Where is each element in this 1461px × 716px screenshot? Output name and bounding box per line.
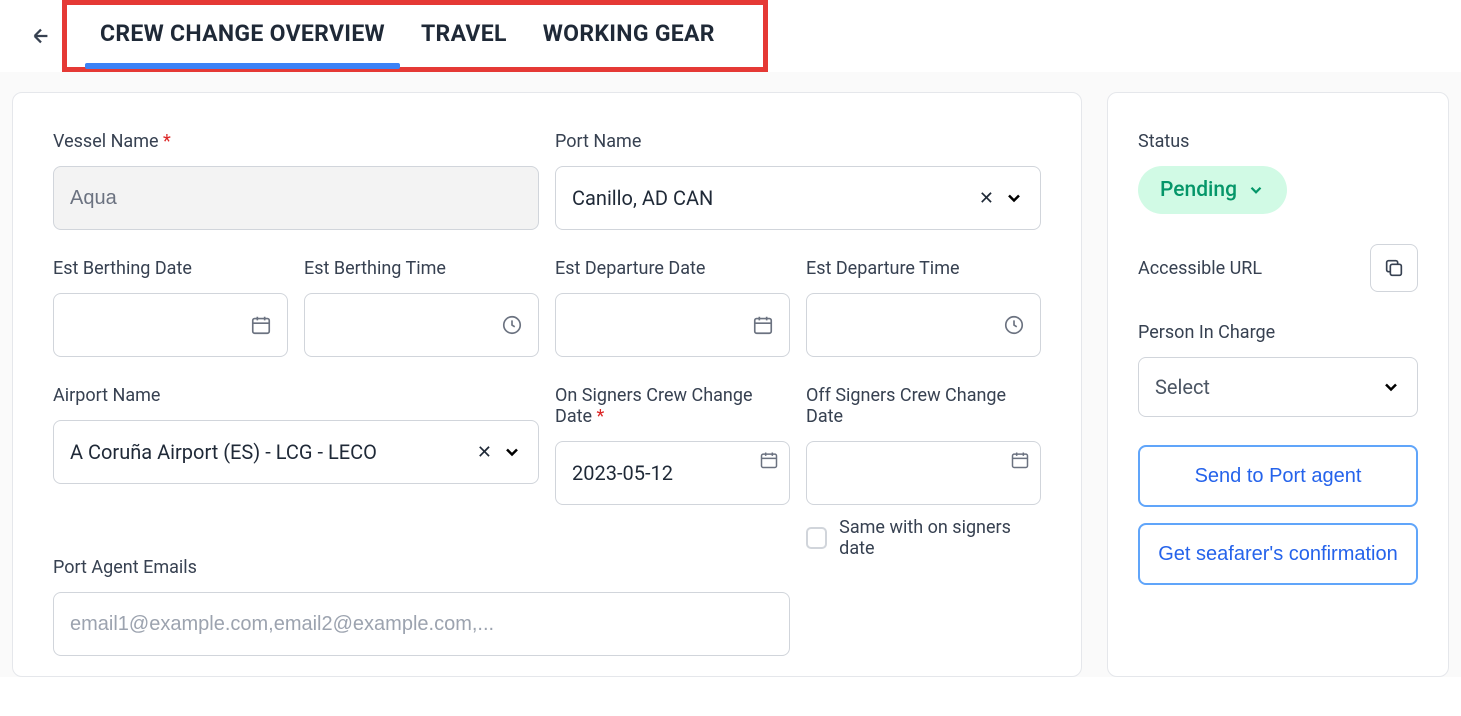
est-departure-date-group: Est Departure Date [555, 258, 790, 357]
status-dropdown[interactable]: Pending [1138, 166, 1287, 214]
est-departure-date-label: Est Departure Date [555, 258, 790, 279]
get-seafarer-confirmation-button[interactable]: Get seafarer's confirmation [1138, 523, 1418, 585]
content-area: Vessel Name Port Name Canillo, AD CAN ✕ … [0, 72, 1461, 677]
status-value: Pending [1160, 178, 1237, 202]
chevron-down-icon [1004, 188, 1024, 208]
calendar-icon [759, 450, 779, 470]
tabs-highlight-box: CREW CHANGE OVERVIEW TRAVEL WORKING GEAR [62, 0, 768, 72]
sidebar-card: Status Pending Accessible URL Person In … [1107, 92, 1449, 677]
send-to-port-agent-button[interactable]: Send to Port agent [1138, 445, 1418, 507]
chevron-down-icon [502, 442, 522, 462]
same-date-checkbox[interactable] [806, 527, 827, 549]
person-in-charge-placeholder: Select [1155, 375, 1381, 399]
on-signers-date-label: On Signers Crew Change Date [555, 385, 790, 427]
airport-name-label: Airport Name [53, 385, 539, 406]
tab-travel[interactable]: TRAVEL [403, 20, 525, 47]
clear-icon[interactable]: ✕ [979, 188, 994, 209]
chevron-down-icon [1247, 181, 1265, 199]
accessible-url-row: Accessible URL [1138, 244, 1418, 292]
est-berthing-time-label: Est Berthing Time [304, 258, 539, 279]
vessel-name-label: Vessel Name [53, 131, 539, 152]
header: CREW CHANGE OVERVIEW TRAVEL WORKING GEAR [0, 0, 1461, 72]
on-signers-date-value: 2023-05-12 [572, 461, 673, 485]
status-label: Status [1138, 131, 1418, 152]
airport-name-group: Airport Name A Coruña Airport (ES) - LCG… [53, 385, 539, 559]
person-in-charge-label: Person In Charge [1138, 322, 1418, 343]
off-signers-date-group: Off Signers Crew Change Date Same with o… [806, 385, 1041, 559]
tab-working-gear[interactable]: WORKING GEAR [525, 20, 733, 47]
est-departure-time-group: Est Departure Time [806, 258, 1041, 357]
tab-crew-change-overview[interactable]: CREW CHANGE OVERVIEW [82, 20, 403, 47]
clear-icon[interactable]: ✕ [477, 442, 492, 463]
copy-icon [1383, 257, 1405, 279]
est-berthing-date-input[interactable] [53, 293, 288, 357]
port-agent-emails-input[interactable] [53, 592, 790, 656]
off-signers-date-input[interactable] [806, 441, 1041, 505]
airport-name-select[interactable]: A Coruña Airport (ES) - LCG - LECO ✕ [53, 420, 539, 484]
est-berthing-date-group: Est Berthing Date [53, 258, 288, 357]
est-departure-date-input[interactable] [555, 293, 790, 357]
est-departure-time-input[interactable] [806, 293, 1041, 357]
same-date-checkbox-row: Same with on signers date [806, 517, 1041, 559]
vessel-name-input [53, 166, 539, 230]
port-agent-emails-label: Port Agent Emails [53, 557, 790, 578]
person-in-charge-section: Person In Charge Select [1138, 322, 1418, 417]
est-berthing-date-label: Est Berthing Date [53, 258, 288, 279]
calendar-icon [1010, 450, 1030, 470]
back-arrow-icon[interactable] [30, 25, 52, 47]
copy-url-button[interactable] [1370, 244, 1418, 292]
port-name-select[interactable]: Canillo, AD CAN ✕ [555, 166, 1041, 230]
port-name-value: Canillo, AD CAN [572, 186, 979, 210]
same-date-label: Same with on signers date [839, 517, 1041, 559]
port-name-label: Port Name [555, 131, 1041, 152]
port-agent-emails-group: Port Agent Emails [53, 557, 790, 656]
airport-name-value: A Coruña Airport (ES) - LCG - LECO [70, 440, 477, 464]
accessible-url-label: Accessible URL [1138, 258, 1262, 279]
est-departure-time-label: Est Departure Time [806, 258, 1041, 279]
off-signers-date-label: Off Signers Crew Change Date [806, 385, 1041, 427]
chevron-down-icon [1381, 377, 1401, 397]
port-name-group: Port Name Canillo, AD CAN ✕ [555, 131, 1041, 230]
main-form-card: Vessel Name Port Name Canillo, AD CAN ✕ … [12, 92, 1082, 677]
on-signers-date-input[interactable]: 2023-05-12 [555, 441, 790, 505]
est-berthing-time-group: Est Berthing Time [304, 258, 539, 357]
on-signers-date-group: On Signers Crew Change Date 2023-05-12 [555, 385, 790, 559]
vessel-name-group: Vessel Name [53, 131, 539, 230]
est-berthing-time-input[interactable] [304, 293, 539, 357]
person-in-charge-select[interactable]: Select [1138, 357, 1418, 417]
